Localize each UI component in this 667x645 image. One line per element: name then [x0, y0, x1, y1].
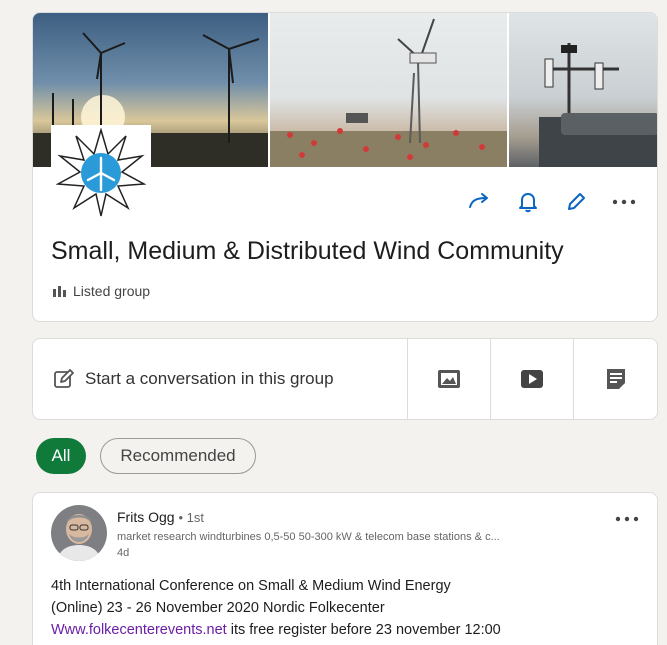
banner-photo-turbine-flowers [270, 13, 508, 167]
document-icon [606, 369, 625, 389]
start-conversation-label: Start a conversation in this group [85, 369, 334, 388]
notifications-button[interactable] [515, 189, 541, 215]
filter-all[interactable]: All [36, 438, 86, 474]
post-link[interactable]: Www.folkecenterevents.net [51, 622, 227, 638]
post-line: 4th International Conference on Small & … [51, 578, 451, 594]
conversation-composer: Start a conversation in this group [32, 338, 658, 420]
post-line: (Online) 23 - 26 November 2020 Nordic Fo… [51, 600, 385, 616]
group-type-label: Listed group [73, 283, 151, 299]
post-body: 4th International Conference on Small & … [51, 575, 641, 641]
post-more-button[interactable] [615, 509, 639, 527]
add-document-button[interactable] [574, 339, 657, 419]
group-type: Listed group [53, 283, 150, 299]
author-headline: market research windturbines 0,5-50 50-3… [117, 531, 500, 543]
group-logo [51, 125, 151, 221]
group-actions [467, 189, 637, 215]
more-horizontal-icon [615, 516, 639, 522]
author-name: Frits Ogg [117, 509, 175, 525]
compose-pencil-icon [54, 369, 74, 388]
group-visibility-icon [53, 286, 66, 297]
add-photo-button[interactable] [408, 339, 492, 419]
video-icon [521, 370, 544, 388]
photo-icon [438, 370, 461, 388]
post-author[interactable]: Frits Ogg • 1st [117, 509, 204, 525]
post-timestamp: 4d [117, 547, 130, 559]
start-conversation-button[interactable]: Start a conversation in this group [33, 339, 409, 419]
share-arrow-icon [469, 193, 488, 208]
pencil-icon [568, 193, 585, 210]
feed-filters: All Recommended [36, 438, 256, 474]
edit-button[interactable] [563, 189, 589, 215]
bell-icon [519, 193, 537, 213]
wind-turbine-sun-logo [56, 128, 146, 217]
connection-degree: • 1st [178, 510, 204, 525]
add-video-button[interactable] [491, 339, 575, 419]
group-header-card: Small, Medium & Distributed Wind Communi… [32, 12, 658, 322]
more-horizontal-icon [612, 199, 636, 205]
group-title: Small, Medium & Distributed Wind Communi… [51, 237, 564, 265]
post-line: Www.folkecenterevents.net its free regis… [51, 619, 641, 641]
author-photo [51, 505, 107, 561]
avatar[interactable] [51, 505, 107, 561]
post-line-rest: its free register before 23 november 12:… [226, 622, 501, 638]
more-options-button[interactable] [611, 189, 637, 215]
filter-recommended[interactable]: Recommended [100, 438, 256, 474]
feed-post: Frits Ogg • 1st market research windturb… [32, 492, 658, 645]
share-button[interactable] [467, 189, 493, 215]
banner-photo-met-station [509, 13, 657, 167]
